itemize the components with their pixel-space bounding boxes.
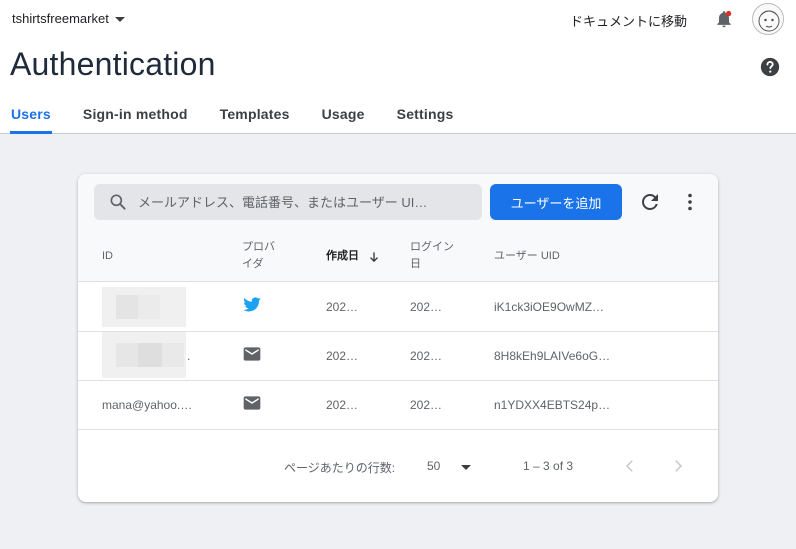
page-range: 1 – 3 of 3	[523, 459, 574, 473]
signed-in-date: 202…	[410, 300, 443, 314]
rows-per-page-select[interactable]: 50	[426, 452, 474, 480]
chevron-left-icon[interactable]	[621, 457, 639, 475]
avatar-drawing-icon	[758, 10, 780, 32]
refresh-icon[interactable]	[638, 190, 662, 214]
signed-in-date: 202…	[410, 349, 443, 363]
page-title: Authentication	[10, 46, 216, 82]
help-icon[interactable]	[759, 56, 781, 78]
arrow-down-icon	[370, 251, 378, 262]
twitter-icon	[243, 297, 261, 312]
redacted-block	[138, 343, 162, 367]
users-card: ユーザーを追加 ID プロバイダ 作成日 ログイン日 ユーザー UID 202…	[78, 174, 718, 502]
tab-users[interactable]: Users	[10, 96, 52, 134]
table-row[interactable]: mana@yahoo.… 202… 202… n1YDXX4EBTS24p…	[78, 381, 718, 430]
project-selector[interactable]: tshirtsfreemarket	[12, 11, 125, 26]
chevron-down-icon	[114, 16, 125, 22]
redacted-block	[162, 343, 184, 367]
user-id: mana@yahoo.…	[102, 398, 193, 412]
column-created[interactable]: 作成日	[326, 248, 381, 265]
docs-link[interactable]: ドキュメントに移動	[570, 11, 687, 30]
column-signed-in[interactable]: ログイン日	[410, 239, 456, 273]
created-date: 202…	[326, 300, 359, 314]
bell-icon[interactable]	[714, 9, 734, 29]
created-date: 202…	[326, 349, 359, 363]
more-vert-icon[interactable]	[678, 190, 702, 214]
search-input[interactable]	[138, 194, 458, 210]
column-id[interactable]: ID	[102, 248, 113, 265]
search-icon	[110, 194, 126, 210]
chevron-right-icon[interactable]	[669, 457, 687, 475]
column-provider[interactable]: プロバイダ	[242, 239, 282, 273]
tab-templates[interactable]: Templates	[220, 96, 290, 134]
redacted-block	[138, 295, 160, 319]
app-header: tshirtsfreemarket ドキュメントに移動 Authenticati…	[0, 0, 796, 134]
redacted-block	[116, 343, 138, 367]
created-date: 202…	[326, 398, 359, 412]
tab-settings[interactable]: Settings	[397, 96, 454, 134]
signed-in-date: 202…	[410, 398, 443, 412]
rows-per-page-label: ページあたりの行数:	[284, 461, 396, 475]
avatar[interactable]	[752, 3, 784, 35]
user-id: .	[187, 349, 191, 363]
redacted-block	[116, 295, 138, 319]
table-header: ID プロバイダ 作成日 ログイン日 ユーザー UID	[78, 230, 718, 282]
table-row[interactable]: 202… 202… iK1ck3iOE9OwMZ…	[78, 283, 718, 332]
user-uid: n1YDXX4EBTS24p…	[494, 398, 611, 412]
email-icon	[243, 396, 261, 410]
user-uid: 8H8kEh9LAIVe6oG…	[494, 349, 611, 363]
tab-sign-in-method[interactable]: Sign-in method	[83, 96, 188, 134]
project-name: tshirtsfreemarket	[12, 11, 109, 26]
table-row[interactable]: . 202… 202… 8H8kEh9LAIVe6oG…	[78, 332, 718, 381]
tab-bar: Users Sign-in method Templates Usage Set…	[0, 96, 469, 134]
tab-usage[interactable]: Usage	[322, 96, 365, 134]
column-created-label: 作成日	[326, 250, 359, 262]
email-icon	[243, 347, 261, 361]
users-toolbar: ユーザーを追加	[78, 174, 718, 230]
user-uid: iK1ck3iOE9OwMZ…	[494, 300, 605, 314]
add-user-button[interactable]: ユーザーを追加	[490, 184, 622, 220]
pagination: ページあたりの行数: 50 1 – 3 of 3	[78, 430, 718, 502]
rows-per-page-value: 50	[427, 459, 441, 473]
chevron-down-icon	[461, 465, 471, 470]
column-uid[interactable]: ユーザー UID	[494, 248, 560, 265]
search-box[interactable]	[94, 184, 482, 220]
